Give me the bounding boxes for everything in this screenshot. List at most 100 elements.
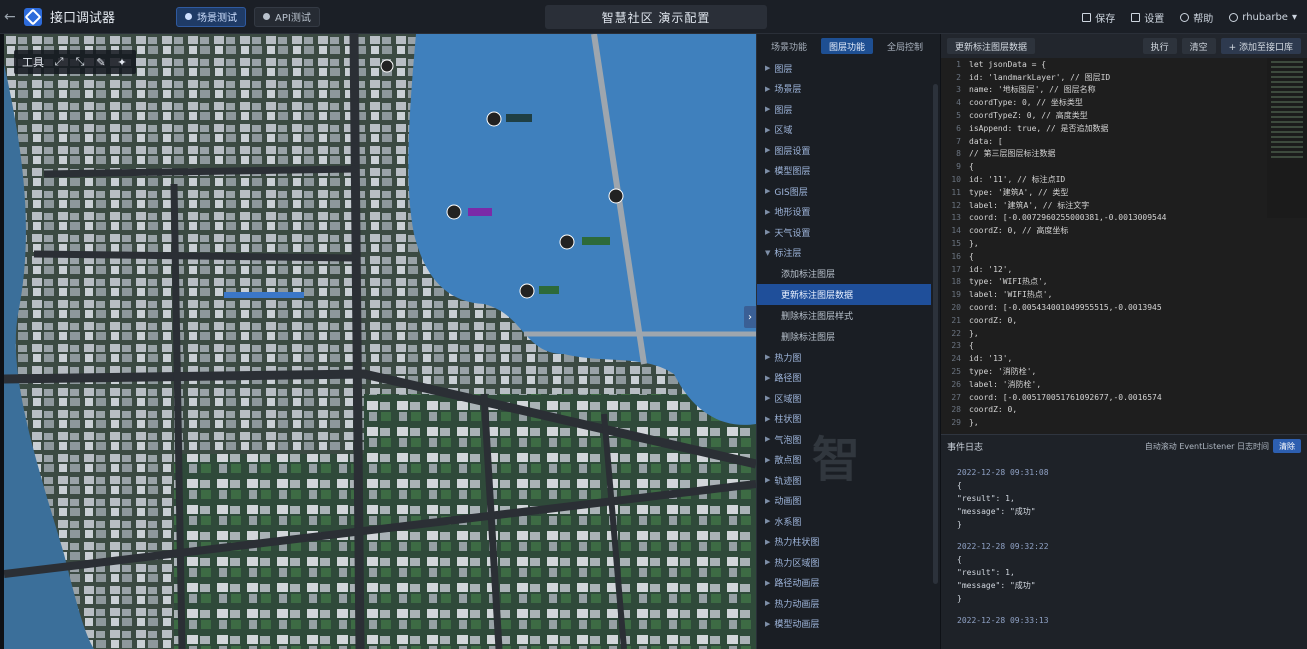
code-line: 12 label: '建筑A', // 标注文字	[951, 200, 1090, 210]
code-line: 16 {	[951, 251, 974, 261]
magic-icon[interactable]: ✦	[116, 56, 128, 69]
panel-collapse-chevron-icon[interactable]: ›	[744, 306, 756, 328]
help-button[interactable]: 帮助	[1180, 10, 1213, 25]
code-line: 8 // 第三层图层标注数据	[956, 149, 1056, 159]
user-icon	[1229, 12, 1239, 22]
draw-icon[interactable]: ✎	[95, 56, 107, 69]
api-category[interactable]: ▶ 路径图	[757, 368, 931, 389]
code-line: 13 coord: [-0.0072960255000381,-0.001300…	[951, 213, 1167, 223]
log-options: 自动滚动 EventListener 日志时间 清除	[1145, 439, 1301, 453]
settings-button[interactable]: 设置	[1131, 10, 1164, 25]
clear-editor-button[interactable]: 清空	[1181, 38, 1216, 54]
code-line: 11 type: '建筑A', // 类型	[951, 187, 1069, 197]
log-line: {	[957, 481, 962, 490]
gear-icon	[1131, 12, 1141, 22]
add-to-library-button[interactable]: + 添加至接口库	[1220, 38, 1301, 54]
api-panel: 场景功能 图层功能 全局控制 ▶ 图层 ▶ 场景层 ▶ 图层 ▶ 区域 ▶ 图层设置 ▶ 模…	[756, 34, 940, 649]
code-minimap[interactable]	[1267, 58, 1307, 218]
api-tabs: 场景功能 图层功能 全局控制	[757, 34, 940, 58]
api-sub-item[interactable]: 删除标注图层样式	[757, 305, 931, 326]
mode-dot-icon	[185, 13, 192, 20]
app-logo-icon	[24, 7, 42, 26]
log-options-text[interactable]: 自动滚动 EventListener 日志时间	[1145, 441, 1269, 452]
editor-title: 更新标注图层数据	[947, 38, 1036, 54]
api-category[interactable]: ▶ 区域	[757, 120, 931, 141]
tab-scene[interactable]: 场景功能	[763, 38, 815, 54]
toolbar-label: 工具	[22, 56, 44, 69]
log-line: "result": 1,	[957, 568, 1015, 577]
log-line: }	[957, 520, 962, 529]
api-category[interactable]: ▶ 热力图	[757, 347, 931, 368]
api-category[interactable]: ▶ 热力柱状图	[757, 532, 931, 553]
api-sub-item-selected[interactable]: 更新标注图层数据	[757, 284, 931, 305]
api-category[interactable]: ▶ 场景层	[757, 79, 931, 100]
map-viewport[interactable]: 工具 ⤢ ⤡ ✎ ✦ ›	[4, 34, 756, 649]
api-category[interactable]: ▶ GIS图层	[757, 181, 931, 202]
api-category[interactable]: ▶ 图层设置	[757, 140, 931, 161]
code-line: 19 label: 'WIFI热点',	[951, 290, 1053, 300]
api-category[interactable]: ▶ 动画图	[757, 491, 931, 512]
code-line: 28 coordZ: 0,	[951, 405, 1018, 415]
code-line: 14 coordZ: 0, // 高度坐标	[951, 226, 1069, 236]
run-button[interactable]: 执行	[1142, 38, 1177, 54]
code-line: 4 coordType: 0, // 坐标类型	[956, 98, 1083, 108]
tab-global[interactable]: 全局控制	[879, 38, 931, 54]
code-line: 15 },	[951, 239, 979, 249]
log-line: "message": "成功"	[957, 507, 1036, 516]
code-line: 10 id: '11', // 标注点ID	[951, 175, 1066, 185]
log-line: "result": 1,	[957, 494, 1015, 503]
api-category[interactable]: ▶ 模型图层	[757, 161, 931, 182]
api-category[interactable]: ▶ 图层	[757, 99, 931, 120]
help-icon	[1180, 12, 1190, 22]
log-timestamp: 2022-12-28 09:32:22	[957, 541, 1049, 551]
clear-log-button[interactable]: 清除	[1273, 439, 1301, 453]
scene-title[interactable]: 智慧社区 演示配置	[545, 5, 767, 29]
back-arrow-icon[interactable]: ←	[4, 9, 20, 25]
mode-dot-icon	[263, 13, 270, 20]
log-body[interactable]: 2022-12-28 09:31:08 { "result": 1, "mess…	[941, 457, 1307, 649]
code-line: 27 coord: [-0.005170051761092677,-0.0016…	[951, 392, 1162, 402]
code-line: 7 data: [	[956, 136, 1003, 146]
code-line: 6 isAppend: true, // 是否追加数据	[956, 123, 1109, 133]
api-sub-item[interactable]: 添加标注图层	[757, 263, 931, 284]
code-line: 22 },	[951, 328, 979, 338]
expand-icon[interactable]: ⤢	[53, 55, 65, 68]
top-actions: 保存 设置 帮助 rhubarbe ▾	[1082, 0, 1297, 34]
tab-layer[interactable]: 图层功能	[821, 38, 874, 54]
code-line: 3 name: '地标图层', // 图层名称	[956, 85, 1096, 95]
mode-scene-test-button[interactable]: 场景测试	[176, 6, 246, 27]
api-category[interactable]: ▶ 模型动画层	[757, 614, 931, 635]
code-line: 26 label: '消防栓',	[951, 379, 1042, 389]
editor-header: 更新标注图层数据 执行 清空 + 添加至接口库	[941, 34, 1307, 58]
code-line: 29 },	[951, 418, 979, 428]
api-category[interactable]: ▶ 图层	[757, 58, 931, 79]
log-title: 事件日志	[947, 442, 984, 453]
log-timestamp: 2022-12-28 09:33:13	[957, 615, 1049, 625]
mode-api-test-button[interactable]: API测试	[254, 6, 320, 27]
api-list: ▶ 图层 ▶ 场景层 ▶ 图层 ▶ 区域 ▶ 图层设置 ▶ 模型图层 ▶ GIS图层 ▶ 地形设…	[757, 58, 931, 649]
code-line: 21 coordZ: 0,	[951, 315, 1018, 325]
shrink-icon[interactable]: ⤡	[74, 55, 86, 68]
code-line: 20 coord: [-0.005434001049955515,-0.0013…	[951, 303, 1162, 313]
api-category[interactable]: ▶ 天气设置	[757, 222, 931, 243]
api-category-expanded[interactable]: ▼ 标注层	[757, 243, 931, 264]
code-area[interactable]: 1 let jsonData = {2 id: 'landmarkLayer', …	[941, 58, 1261, 434]
code-line: 2 id: 'landmarkLayer', // 图层ID	[956, 72, 1111, 82]
watermark: 智	[812, 432, 865, 488]
user-menu[interactable]: rhubarbe ▾	[1229, 12, 1297, 23]
code-line: 17 id: '12',	[951, 264, 1013, 274]
api-list-scrollbar[interactable]	[933, 84, 938, 584]
save-button[interactable]: 保存	[1082, 10, 1115, 25]
api-category[interactable]: ▶ 路径动画层	[757, 573, 931, 594]
log-line: {	[957, 555, 962, 564]
code-editor: 更新标注图层数据 执行 清空 + 添加至接口库 1 let jsonData = …	[941, 34, 1307, 434]
api-category[interactable]: ▶ 区域图	[757, 388, 931, 409]
api-category[interactable]: ▶ 热力动画层	[757, 593, 931, 614]
app-title: 接口调试器	[50, 11, 116, 26]
api-category[interactable]: ▶ 热力区域图	[757, 552, 931, 573]
api-category[interactable]: ▶ 地形设置	[757, 202, 931, 223]
log-header: 事件日志 自动滚动 EventListener 日志时间 清除	[941, 435, 1307, 457]
event-log-panel: 事件日志 自动滚动 EventListener 日志时间 清除 2022-12-…	[941, 434, 1307, 649]
api-category[interactable]: ▶ 水系图	[757, 511, 931, 532]
api-sub-item[interactable]: 删除标注图层	[757, 326, 931, 347]
